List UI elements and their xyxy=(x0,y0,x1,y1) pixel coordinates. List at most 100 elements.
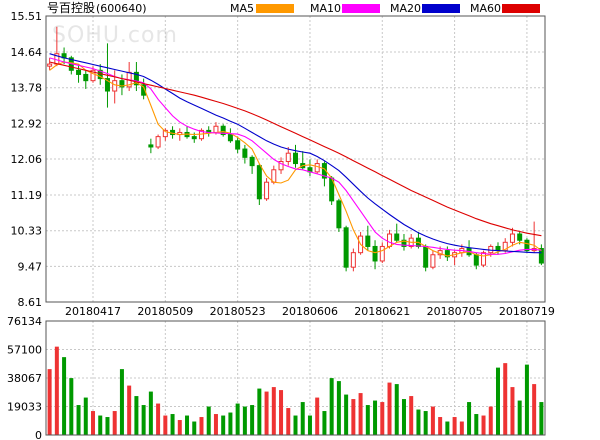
volume-bar xyxy=(401,399,406,435)
watermark: SOHU.com xyxy=(52,23,178,48)
volume-bar xyxy=(264,391,269,435)
volume-bar xyxy=(213,414,218,435)
volume-tick-label: 38067 xyxy=(7,372,42,385)
volume-bar xyxy=(119,369,124,435)
volume-bar xyxy=(517,400,522,435)
volume-bar xyxy=(257,388,262,435)
date-tick-label: 20180523 xyxy=(210,305,266,318)
candle-down xyxy=(148,144,154,148)
volume-bar xyxy=(199,417,204,435)
volume-bar xyxy=(112,411,117,435)
candle-up xyxy=(387,233,393,247)
volume-bar xyxy=(488,406,493,435)
price-tick-label: 13.78 xyxy=(11,82,43,95)
volume-bar xyxy=(445,421,450,435)
volume-bar xyxy=(474,414,479,435)
volume-bar xyxy=(279,390,284,435)
price-tick-label: 8.61 xyxy=(18,296,43,309)
legend-swatch-ma60 xyxy=(502,4,540,13)
candle-up xyxy=(430,254,436,268)
candle-down xyxy=(191,136,197,140)
price-tick-label: 9.47 xyxy=(18,260,43,273)
volume-bar xyxy=(452,417,457,435)
volume-bar xyxy=(271,387,276,435)
volume-bar xyxy=(98,415,103,435)
price-tick-label: 12.92 xyxy=(11,117,43,130)
candle-down xyxy=(235,140,241,150)
volume-bar xyxy=(373,400,378,435)
candle-up xyxy=(285,152,291,162)
date-tick-label: 20180719 xyxy=(499,305,555,318)
volume-bar xyxy=(336,381,341,435)
volume-bar xyxy=(315,397,320,435)
volume-bar xyxy=(62,357,67,435)
legend-label-ma5: MA5 xyxy=(230,2,254,15)
volume-bar xyxy=(510,387,515,435)
price-tick-label: 15.51 xyxy=(11,10,43,23)
price-y-axis: 15.51 14.64 13.78 12.92 12.06 11.19 10.33 9.47 8… xyxy=(11,10,43,309)
candle-up xyxy=(264,181,270,200)
volume-bar xyxy=(105,417,110,435)
candle-down xyxy=(242,148,248,158)
volume-bar xyxy=(235,403,240,435)
volume-bar xyxy=(430,406,435,435)
stock-code: (600640) xyxy=(96,2,147,15)
volume-bar xyxy=(503,363,508,435)
volume-y-axis: 76134 57100 38067 19033 0 xyxy=(7,315,42,440)
volume-bar xyxy=(344,394,349,435)
volume-bar xyxy=(54,346,59,435)
candle-up xyxy=(155,136,161,148)
date-tick-label: 20180621 xyxy=(354,305,410,318)
candle-down xyxy=(83,73,89,82)
candle-down xyxy=(394,233,400,241)
volume-bar xyxy=(539,402,544,435)
date-tick-label: 20180509 xyxy=(137,305,193,318)
volume-bar xyxy=(242,406,247,435)
volume-tick-label: 0 xyxy=(35,429,42,440)
volume-bar xyxy=(221,415,226,435)
date-tick-label: 20180705 xyxy=(427,305,483,318)
volume-bar xyxy=(76,405,81,435)
candle-up xyxy=(481,252,487,266)
candle-down xyxy=(249,156,255,167)
volume-tick-label: 57100 xyxy=(7,344,42,357)
volume-bar xyxy=(467,402,472,435)
volume-tick-label: 19033 xyxy=(7,401,42,414)
candle-up xyxy=(47,63,53,67)
candle-down xyxy=(227,134,233,142)
candle-up xyxy=(379,245,385,262)
volume-bar xyxy=(322,411,327,435)
volume-bar xyxy=(416,409,421,435)
volume-panel: 76134 57100 38067 19033 0 xyxy=(7,315,546,440)
candle-down xyxy=(517,233,523,241)
volume-bar xyxy=(91,411,96,435)
volume-bar xyxy=(156,403,161,435)
volume-bar xyxy=(495,367,500,435)
volume-bar xyxy=(170,414,175,435)
volume-bar xyxy=(206,406,211,435)
legend-label-ma60: MA60 xyxy=(470,2,501,15)
volume-bar xyxy=(532,384,537,435)
volume-bar xyxy=(148,391,153,435)
candle-up xyxy=(112,80,118,92)
price-tick-label: 11.19 xyxy=(11,189,43,202)
candle-down xyxy=(372,245,378,262)
volume-bar xyxy=(380,402,385,435)
price-panel: SOHU.com 15.5114.6413.7812.9212.0611.191… xyxy=(11,10,555,435)
candle-down xyxy=(473,254,479,266)
volume-bar xyxy=(192,421,197,435)
volume-bar xyxy=(409,396,414,435)
candle-down xyxy=(256,165,262,200)
volume-bar xyxy=(459,421,464,435)
volume-bar xyxy=(141,405,146,435)
volume-bar xyxy=(69,378,74,435)
volume-bar xyxy=(286,408,291,435)
candle-down xyxy=(423,245,429,268)
volume-bar xyxy=(127,385,132,435)
price-tick-label: 10.33 xyxy=(11,225,43,238)
volume-bar xyxy=(438,417,443,435)
volume-bars xyxy=(47,346,544,435)
volume-bar xyxy=(394,384,399,435)
volume-bar xyxy=(163,415,168,435)
candle-down xyxy=(538,248,544,264)
